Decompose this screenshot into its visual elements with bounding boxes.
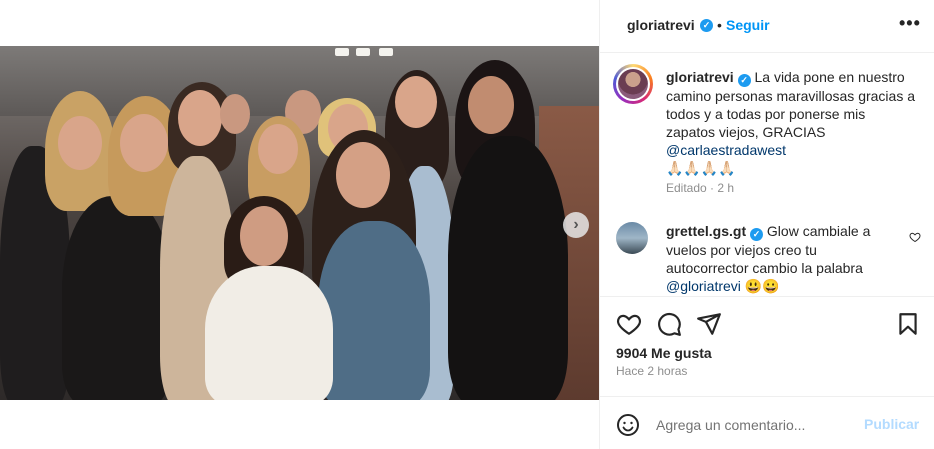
person-head xyxy=(395,76,437,128)
follow-button[interactable]: Seguir xyxy=(726,17,770,33)
person-figure xyxy=(205,266,333,400)
comment-mention-link[interactable]: @gloriatrevi xyxy=(666,278,741,294)
person-head xyxy=(468,76,514,134)
caption-emojis: 🙏🏻🙏🏻🙏🏻🙏🏻 xyxy=(666,160,736,176)
avatar-image xyxy=(618,69,648,99)
comment-item: grettel.gs.gt ✓ Glow cambiale a vuelos p… xyxy=(666,222,901,295)
post-photo[interactable]: › xyxy=(0,46,599,400)
caption-edited-time: Editado · 2 h xyxy=(666,181,735,195)
commenter-username[interactable]: grettel.gs.gt xyxy=(666,223,746,239)
comment-bubble-icon[interactable] xyxy=(656,311,682,337)
post-side-panel: gloriatrevi ✓ • Seguir ••• gloriatrevi ✓… xyxy=(599,0,934,449)
post-time-ago[interactable]: Hace 2 horas xyxy=(616,364,687,378)
paper-plane-icon[interactable] xyxy=(696,311,722,337)
heart-icon[interactable] xyxy=(616,311,642,337)
comments-section[interactable]: gloriatrevi ✓ La vida pone en nuestro ca… xyxy=(600,53,934,296)
person-head xyxy=(120,114,168,172)
ceiling-light xyxy=(356,48,370,56)
verified-badge-icon: ✓ xyxy=(737,74,751,87)
media-area: › xyxy=(0,0,599,449)
person-head xyxy=(58,116,102,170)
more-options-icon[interactable]: ••• xyxy=(899,13,921,34)
comment-emojis: 😃😀 xyxy=(740,278,780,294)
chevron-right-icon: › xyxy=(573,216,579,233)
verified-badge-icon: ✓ xyxy=(750,228,764,241)
ceiling-light xyxy=(335,48,349,56)
person-head xyxy=(240,206,288,266)
comment-like-heart-icon[interactable] xyxy=(909,231,921,243)
person-head xyxy=(258,124,298,174)
caption-mention-link[interactable]: @carlaestradawest xyxy=(666,142,786,158)
person-head xyxy=(220,94,250,134)
instagram-post-view: › gloriatrevi ✓ • Seguir ••• gloriatrevi… xyxy=(0,0,934,449)
bookmark-icon[interactable] xyxy=(895,311,921,337)
author-avatar[interactable] xyxy=(613,64,653,104)
caption-username[interactable]: gloriatrevi xyxy=(666,69,734,85)
publish-button[interactable]: Publicar xyxy=(864,416,919,432)
header-separator: • xyxy=(717,17,722,33)
smiley-icon[interactable] xyxy=(616,413,640,437)
commenter-avatar[interactable] xyxy=(616,222,648,254)
comment-input[interactable] xyxy=(656,415,856,435)
person-figure xyxy=(318,221,430,400)
next-photo-button[interactable]: › xyxy=(563,212,589,238)
post-header: gloriatrevi ✓ • Seguir ••• xyxy=(600,0,934,53)
likes-count[interactable]: 9904 Me gusta xyxy=(616,345,712,361)
person-head xyxy=(336,142,390,208)
person-figure xyxy=(448,136,568,400)
person-figure xyxy=(62,196,172,400)
add-comment-bar: Publicar xyxy=(600,396,934,449)
ceiling-light xyxy=(379,48,393,56)
post-caption: gloriatrevi ✓ La vida pone en nuestro ca… xyxy=(666,68,916,177)
post-actions: 9904 Me gusta Hace 2 horas xyxy=(600,296,934,396)
author-username[interactable]: gloriatrevi xyxy=(627,17,695,33)
avatar-border xyxy=(616,67,650,101)
verified-badge-icon: ✓ xyxy=(700,19,713,32)
person-head xyxy=(178,90,222,146)
